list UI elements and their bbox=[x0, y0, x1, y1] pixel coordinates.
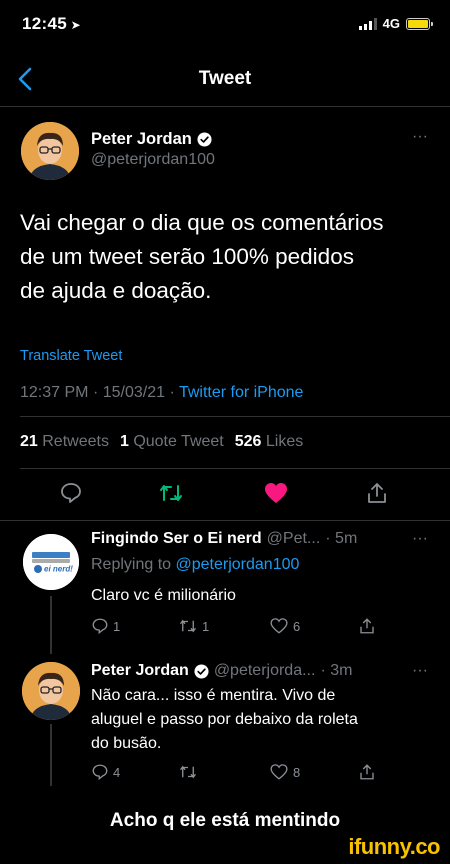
network-label: 4G bbox=[382, 16, 400, 31]
signal-icon bbox=[358, 17, 377, 30]
retweet-button[interactable]: 1 bbox=[178, 617, 209, 635]
battery-icon bbox=[406, 17, 433, 30]
tweet-text-line: de ajuda e doação. bbox=[20, 278, 212, 303]
tweet-meta: 12:37 PM · 15/03/21 · Twitter for iPhone bbox=[20, 384, 304, 401]
status-indicators: 4G bbox=[358, 16, 433, 31]
author-info[interactable]: Peter Jordan @peterjordan100 bbox=[91, 130, 215, 169]
ifunny-watermark: ifunny.co bbox=[348, 834, 440, 859]
page-title: Tweet bbox=[198, 68, 252, 89]
reply-author-name: Peter Jordan bbox=[91, 662, 189, 679]
replying-to-link[interactable]: @peterjordan100 bbox=[176, 556, 300, 573]
reply-author-handle: @peterjorda... bbox=[213, 662, 316, 679]
actions-divider bbox=[0, 520, 450, 521]
author-handle: @peterjordan100 bbox=[91, 151, 215, 168]
meta-divider bbox=[20, 416, 450, 417]
meme-caption: Acho q ele está mentindo bbox=[109, 810, 341, 831]
more-options-icon[interactable]: ··· bbox=[412, 662, 428, 680]
tweet-time: 12:37 PM bbox=[20, 384, 89, 401]
reply-avatar[interactable]: ei nerd! bbox=[23, 534, 79, 590]
reply-icon bbox=[92, 764, 108, 781]
reply-age: · 3m bbox=[320, 662, 353, 679]
author-avatar[interactable] bbox=[21, 122, 79, 180]
tweet-text: Vai chegar o dia que os comentários de u… bbox=[20, 206, 440, 308]
reply-age: · 5m bbox=[325, 530, 358, 547]
reply-header[interactable]: Fingindo Ser o Ei nerd @Pet... · 5m bbox=[91, 530, 357, 548]
like-button[interactable]: 6 bbox=[269, 617, 300, 635]
share-icon[interactable] bbox=[358, 617, 376, 635]
reply-icon[interactable] bbox=[59, 481, 83, 505]
likes-stat[interactable]: 526 Likes bbox=[235, 433, 304, 451]
quotes-stat[interactable]: 1 Quote Tweet bbox=[120, 433, 224, 451]
author-name: Peter Jordan bbox=[91, 130, 192, 148]
tweet-stats: 21 Retweets 1 Quote Tweet 526 Likes bbox=[20, 433, 303, 451]
reply-avatar-text: ei nerd! bbox=[44, 565, 73, 574]
reply-text: Claro vc é milionário bbox=[91, 587, 236, 604]
reply-icon bbox=[92, 618, 108, 635]
verified-icon bbox=[197, 132, 212, 147]
reply-avatar[interactable] bbox=[22, 662, 80, 720]
retweet-icon[interactable] bbox=[158, 481, 184, 505]
thread-line bbox=[50, 724, 52, 786]
reply-text: Não cara... isso é mentira. Vivo de alug… bbox=[91, 687, 358, 752]
status-time: 12:45 ➤ bbox=[22, 14, 81, 33]
like-icon-filled[interactable] bbox=[263, 481, 289, 505]
share-icon[interactable] bbox=[365, 481, 389, 505]
reply-button[interactable]: 4 bbox=[91, 763, 120, 781]
share-icon[interactable] bbox=[358, 763, 376, 781]
reply-author-name: Fingindo Ser o Ei nerd bbox=[91, 530, 262, 547]
retweets-stat[interactable]: 21 Retweets bbox=[20, 433, 109, 451]
verified-icon bbox=[194, 663, 209, 679]
reply-author-handle: @Pet... bbox=[266, 530, 321, 547]
retweet-icon bbox=[179, 619, 197, 633]
like-button[interactable]: 8 bbox=[269, 763, 300, 781]
translate-tweet-link[interactable]: Translate Tweet bbox=[20, 348, 122, 364]
more-options-icon[interactable]: ··· bbox=[412, 530, 428, 548]
more-options-icon[interactable]: ··· bbox=[412, 128, 428, 146]
retweet-button[interactable] bbox=[178, 763, 202, 781]
tweet-date: 15/03/21 bbox=[102, 384, 165, 401]
retweet-icon bbox=[179, 765, 197, 779]
like-icon bbox=[270, 618, 288, 634]
tweet-text-line: Vai chegar o dia que os comentários bbox=[20, 210, 384, 235]
thread-line bbox=[50, 596, 52, 654]
like-icon bbox=[270, 764, 288, 780]
stats-divider bbox=[20, 468, 450, 469]
reply-button[interactable]: 1 bbox=[91, 617, 120, 635]
replying-to: Replying to @peterjordan100 bbox=[91, 556, 300, 573]
tweet-source-link[interactable]: Twitter for iPhone bbox=[179, 384, 304, 401]
reply-header[interactable]: Peter Jordan @peterjorda... · 3m bbox=[91, 662, 352, 680]
tweet-text-line: de um tweet serão 100% pedidos bbox=[20, 244, 354, 269]
header-divider bbox=[0, 106, 450, 107]
